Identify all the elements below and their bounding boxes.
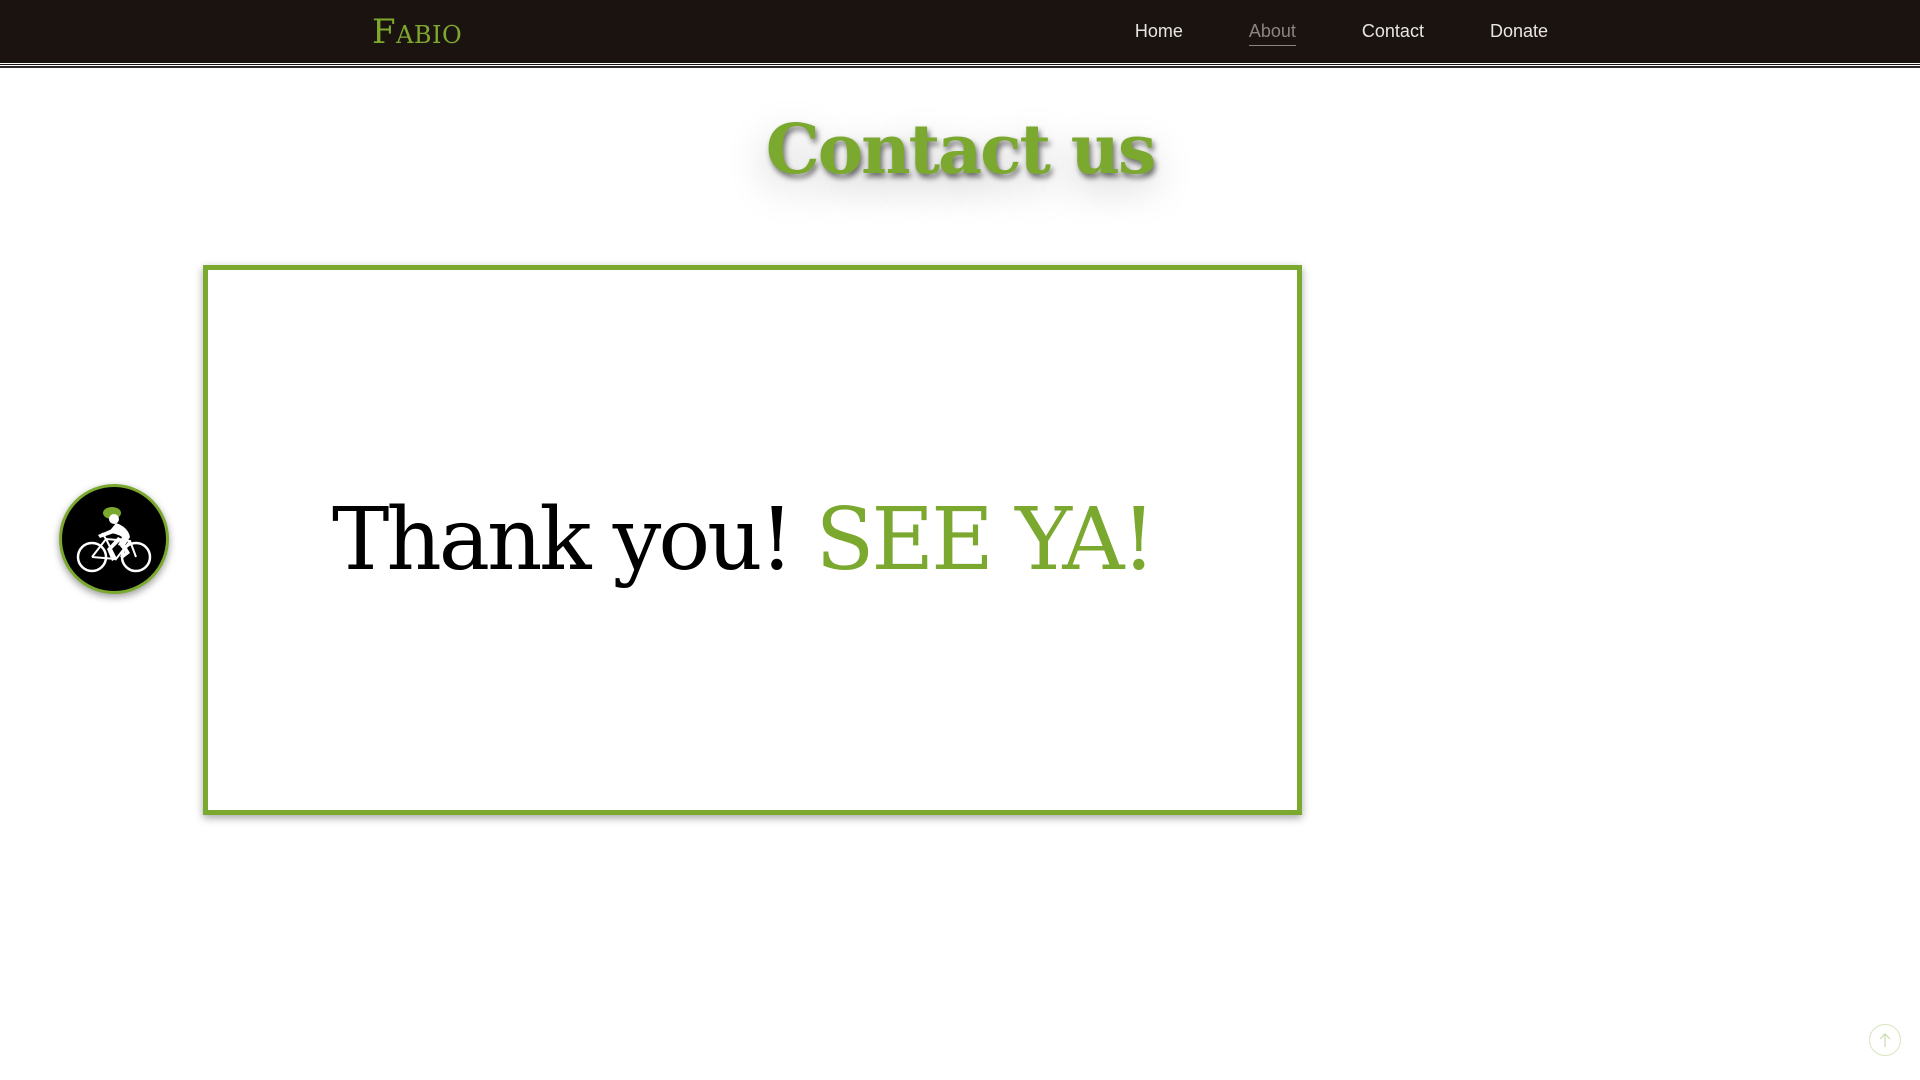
thank-you-box: Thank you! SEE YA! [203, 265, 1302, 815]
nav-link-about[interactable]: About [1248, 21, 1296, 46]
nav-link-home[interactable]: Home [1135, 21, 1183, 45]
thank-you-message: Thank you! SEE YA! [331, 490, 1156, 590]
see-ya-text: SEE YA! [815, 490, 1156, 590]
main-nav: Home About Contact Donate [1069, 0, 1548, 66]
scroll-top-button[interactable] [1869, 1024, 1901, 1056]
top-navbar: Fabio Home About Contact Donate [0, 0, 1920, 66]
nav-link-contact[interactable]: Contact [1362, 21, 1424, 45]
heading-section: Contact us [0, 110, 1920, 190]
thank-you-text: Thank you! [331, 490, 794, 590]
avatar[interactable] [59, 484, 169, 594]
page-title: Contact us [765, 110, 1157, 190]
nav-link-donate[interactable]: Donate [1490, 21, 1548, 45]
cyclist-icon [76, 507, 152, 573]
brand-logo[interactable]: Fabio [372, 10, 462, 54]
arrow-up-icon [1879, 1033, 1891, 1047]
